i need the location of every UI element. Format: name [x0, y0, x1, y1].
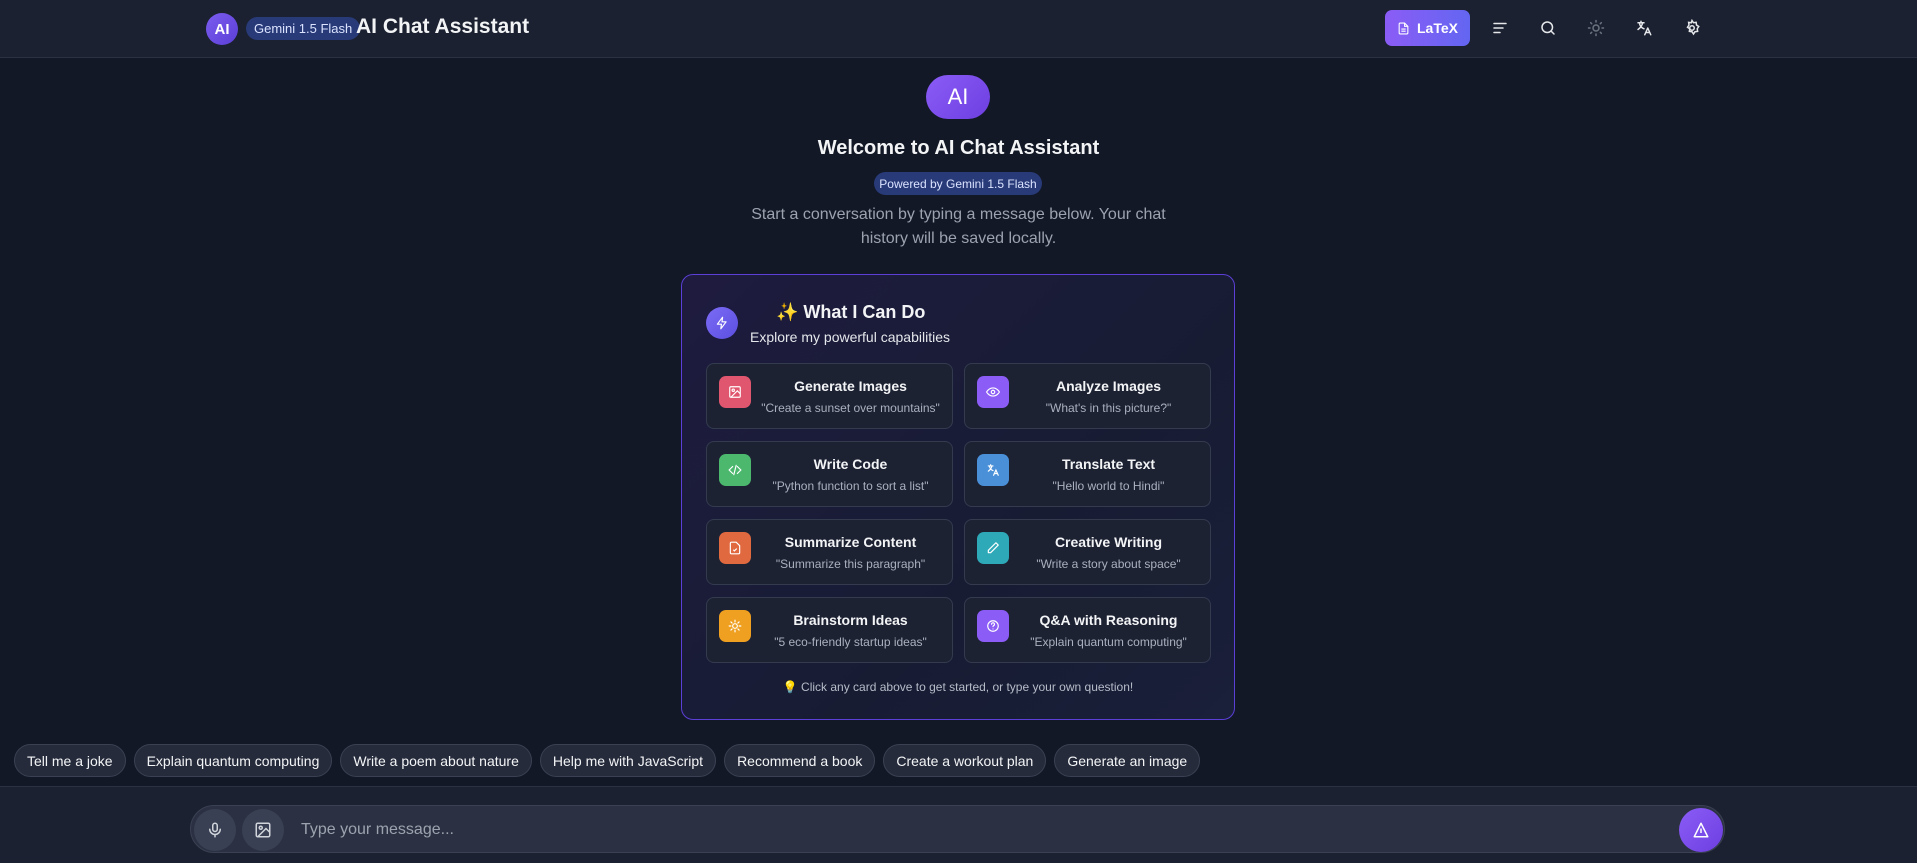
suggestion-chip[interactable]: Recommend a book	[724, 744, 876, 777]
image-icon	[719, 376, 751, 408]
capabilities-hint: 💡 Click any card above to get started, o…	[782, 680, 1134, 694]
document-icon	[719, 532, 751, 564]
card-title: Brainstorm Ideas	[793, 612, 908, 628]
pen-icon	[977, 532, 1009, 564]
image-icon	[255, 822, 271, 838]
card-example: "What's in this picture?"	[1045, 401, 1172, 415]
message-composer	[190, 805, 1725, 853]
card-example: "Write a story about space"	[1036, 557, 1181, 571]
capability-card-translate-text[interactable]: Translate Text "Hello world to Hindi"	[964, 441, 1211, 507]
suggestion-chip[interactable]: Write a poem about nature	[340, 744, 532, 777]
capability-card-write-code[interactable]: Write Code "Python function to sort a li…	[706, 441, 953, 507]
capabilities-panel: ✨ What I Can Do Explore my powerful capa…	[681, 274, 1235, 720]
composer-bar	[0, 786, 1917, 863]
assistant-avatar: AI	[926, 75, 990, 119]
lightning-icon	[706, 307, 738, 339]
card-title: Analyze Images	[1055, 378, 1162, 394]
card-title: Generate Images	[794, 378, 907, 394]
powered-by-badge: Powered by Gemini 1.5 Flash	[874, 172, 1042, 195]
app-logo: AI	[206, 13, 238, 45]
message-input[interactable]	[301, 812, 1651, 848]
card-example: "Summarize this paragraph"	[775, 557, 926, 571]
card-title: Translate Text	[1061, 456, 1156, 472]
capability-card-qa-reasoning[interactable]: Q&A with Reasoning "Explain quantum comp…	[964, 597, 1211, 663]
latex-button-label: LaTeX	[1417, 20, 1458, 36]
microphone-button[interactable]	[194, 809, 236, 851]
suggestion-chip[interactable]: Create a workout plan	[883, 744, 1047, 777]
card-example: "Explain quantum computing"	[1030, 635, 1187, 649]
help-circle-icon	[977, 610, 1009, 642]
capability-card-summarize-content[interactable]: Summarize Content "Summarize this paragr…	[706, 519, 953, 585]
suggestion-chips: Tell me a joke Explain quantum computing…	[14, 744, 1201, 777]
welcome-title: Welcome to AI Chat Assistant	[817, 137, 1100, 159]
app-title: AI Chat Assistant	[356, 15, 530, 38]
welcome-intro: Start a conversation by typing a message…	[751, 206, 1166, 247]
menu-icon[interactable]	[1485, 13, 1515, 43]
eye-icon	[977, 376, 1009, 408]
card-title: Q&A with Reasoning	[1039, 612, 1178, 628]
card-example: "Python function to sort a list"	[772, 479, 929, 493]
translate-icon[interactable]	[1629, 13, 1659, 43]
lightbulb-icon	[719, 610, 751, 642]
model-badge: Gemini 1.5 Flash	[246, 17, 361, 40]
capability-card-brainstorm-ideas[interactable]: Brainstorm Ideas "5 eco-friendly startup…	[706, 597, 953, 663]
send-icon	[1693, 822, 1709, 838]
suggestion-chip[interactable]: Tell me a joke	[14, 744, 126, 777]
send-button[interactable]	[1679, 808, 1723, 852]
sun-icon[interactable]	[1581, 13, 1611, 43]
card-title: Summarize Content	[784, 534, 917, 550]
capability-card-generate-images[interactable]: Generate Images "Create a sunset over mo…	[706, 363, 953, 429]
suggestion-chip[interactable]: Generate an image	[1054, 744, 1201, 777]
suggestion-chip[interactable]: Help me with JavaScript	[539, 744, 717, 777]
card-example: "Create a sunset over mountains"	[761, 401, 940, 415]
gear-icon[interactable]	[1677, 13, 1707, 43]
microphone-icon	[209, 822, 221, 838]
suggestion-chip[interactable]: Explain quantum computing	[133, 744, 333, 777]
document-icon	[1398, 22, 1409, 34]
card-title: Creative Writing	[1054, 534, 1163, 550]
latex-button[interactable]: LaTeX	[1385, 10, 1470, 46]
card-example: "5 eco-friendly startup ideas"	[774, 635, 927, 649]
search-icon[interactable]	[1533, 13, 1563, 43]
capability-card-creative-writing[interactable]: Creative Writing "Write a story about sp…	[964, 519, 1211, 585]
capabilities-subtitle: Explore my powerful capabilities	[750, 329, 950, 345]
capability-card-analyze-images[interactable]: Analyze Images "What's in this picture?"	[964, 363, 1211, 429]
app-header: AI Gemini 1.5 Flash AI Chat Assistant La…	[0, 0, 1917, 58]
translate-icon	[977, 454, 1009, 486]
code-icon	[719, 454, 751, 486]
card-title: Write Code	[813, 456, 888, 472]
image-upload-button[interactable]	[242, 809, 284, 851]
capabilities-title: ✨ What I Can Do	[776, 302, 926, 322]
card-example: "Hello world to Hindi"	[1052, 479, 1165, 493]
